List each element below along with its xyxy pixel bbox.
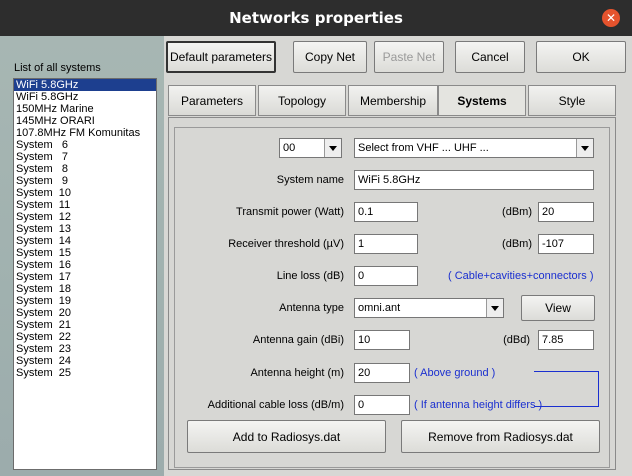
transmit-power-field[interactable]: 0.1 — [354, 202, 418, 222]
systems-list-label: List of all systems — [14, 62, 101, 74]
list-item[interactable]: System 21 — [14, 319, 156, 331]
antenna-type-select[interactable]: omni.ant — [354, 298, 504, 318]
close-icon[interactable]: ✕ — [602, 9, 620, 27]
receiver-threshold-field[interactable]: 1 — [354, 234, 418, 254]
chevron-down-icon — [324, 139, 341, 157]
list-item[interactable]: System 17 — [14, 271, 156, 283]
transmit-dbm-field[interactable]: 20 — [538, 202, 594, 222]
list-item[interactable]: System 24 — [14, 355, 156, 367]
list-item[interactable]: System 22 — [14, 331, 156, 343]
transmit-dbm-label: (dBm) — [502, 206, 532, 218]
antenna-gain-label: Antenna gain (dBi) — [252, 334, 344, 346]
antenna-height-label: Antenna height (m) — [250, 367, 344, 379]
antenna-height-field[interactable]: 20 — [354, 363, 410, 383]
antenna-gain-dbd-label: (dBd) — [503, 334, 530, 346]
view-antenna-button[interactable]: View — [521, 295, 595, 321]
system-name-field[interactable]: WiFi 5.8GHz — [354, 170, 594, 190]
list-item[interactable]: System 25 — [14, 367, 156, 379]
tab-bar: Parameters Topology Membership Systems Style — [168, 85, 616, 116]
antenna-gain-dbd-field[interactable]: 7.85 — [538, 330, 594, 350]
band-select-value: Select from VHF ... UHF ... — [358, 142, 489, 154]
line-loss-note: ( Cable+cavities+connectors ) — [448, 270, 594, 282]
line-loss-label: Line loss (dB) — [276, 270, 344, 282]
cable-loss-label: Additional cable loss (dB/m) — [207, 399, 344, 411]
window-title: Networks properties — [229, 9, 403, 27]
list-item[interactable]: System 6 — [14, 139, 156, 151]
receiver-dbm-field[interactable]: -107 — [538, 234, 594, 254]
networks-properties-dialog: Networks properties ✕ Default parameters… — [0, 0, 632, 476]
list-item[interactable]: System 7 — [14, 151, 156, 163]
list-item[interactable]: System 18 — [14, 283, 156, 295]
list-item[interactable]: WiFi 5.8GHz — [14, 91, 156, 103]
list-item[interactable]: System 14 — [14, 235, 156, 247]
list-item[interactable]: 150MHz Marine — [14, 103, 156, 115]
tab-style[interactable]: Style — [528, 85, 616, 116]
tab-systems[interactable]: Systems — [438, 85, 526, 116]
system-name-label: System name — [276, 174, 344, 186]
height-bracket-line — [534, 371, 599, 407]
paste-net-button[interactable]: Paste Net — [374, 41, 444, 73]
tab-parameters[interactable]: Parameters — [168, 85, 256, 116]
list-item[interactable]: System 11 — [14, 199, 156, 211]
system-index-select[interactable]: 00 — [279, 138, 342, 158]
list-item[interactable]: WiFi 5.8GHz — [14, 79, 156, 91]
antenna-type-label: Antenna type — [279, 302, 344, 314]
chevron-down-icon — [486, 299, 503, 317]
systems-listbox[interactable]: WiFi 5.8GHz WiFi 5.8GHz 150MHz Marine 145MH… — [13, 78, 157, 470]
chevron-down-icon — [576, 139, 593, 157]
cable-loss-field[interactable]: 0 — [354, 395, 410, 415]
antenna-type-value: omni.ant — [358, 302, 401, 314]
transmit-power-label: Transmit power (Watt) — [236, 206, 344, 218]
default-parameters-button[interactable]: Default parameters — [166, 41, 276, 73]
list-item[interactable]: System 12 — [14, 211, 156, 223]
antenna-height-note: ( Above ground ) — [414, 367, 496, 379]
tab-membership[interactable]: Membership — [348, 85, 438, 116]
line-loss-field[interactable]: 0 — [354, 266, 418, 286]
cable-loss-note: ( If antenna height differs ) — [414, 399, 543, 411]
list-item[interactable]: System 10 — [14, 187, 156, 199]
ok-button[interactable]: OK — [536, 41, 626, 73]
add-to-radiosys-button[interactable]: Add to Radiosys.dat — [187, 420, 386, 453]
list-item[interactable]: 107.8MHz FM Komunitas — [14, 127, 156, 139]
remove-from-radiosys-button[interactable]: Remove from Radiosys.dat — [401, 420, 600, 453]
list-item[interactable]: System 8 — [14, 163, 156, 175]
list-item[interactable]: System 9 — [14, 175, 156, 187]
receiver-threshold-label: Receiver threshold (µV) — [228, 238, 344, 250]
system-index-value: 00 — [283, 142, 296, 154]
list-item[interactable]: System 16 — [14, 259, 156, 271]
antenna-gain-field[interactable]: 10 — [354, 330, 410, 350]
list-item[interactable]: System 19 — [14, 295, 156, 307]
band-select[interactable]: Select from VHF ... UHF ... — [354, 138, 594, 158]
list-item[interactable]: System 20 — [14, 307, 156, 319]
tab-topology[interactable]: Topology — [258, 85, 346, 116]
receiver-dbm-label: (dBm) — [502, 238, 532, 250]
list-item[interactable]: 145MHz ORARI — [14, 115, 156, 127]
list-item[interactable]: System 13 — [14, 223, 156, 235]
list-item[interactable]: System 15 — [14, 247, 156, 259]
list-item[interactable]: System 23 — [14, 343, 156, 355]
title-bar: Networks properties ✕ — [0, 0, 632, 36]
cancel-button[interactable]: Cancel — [455, 41, 525, 73]
copy-net-button[interactable]: Copy Net — [293, 41, 367, 73]
